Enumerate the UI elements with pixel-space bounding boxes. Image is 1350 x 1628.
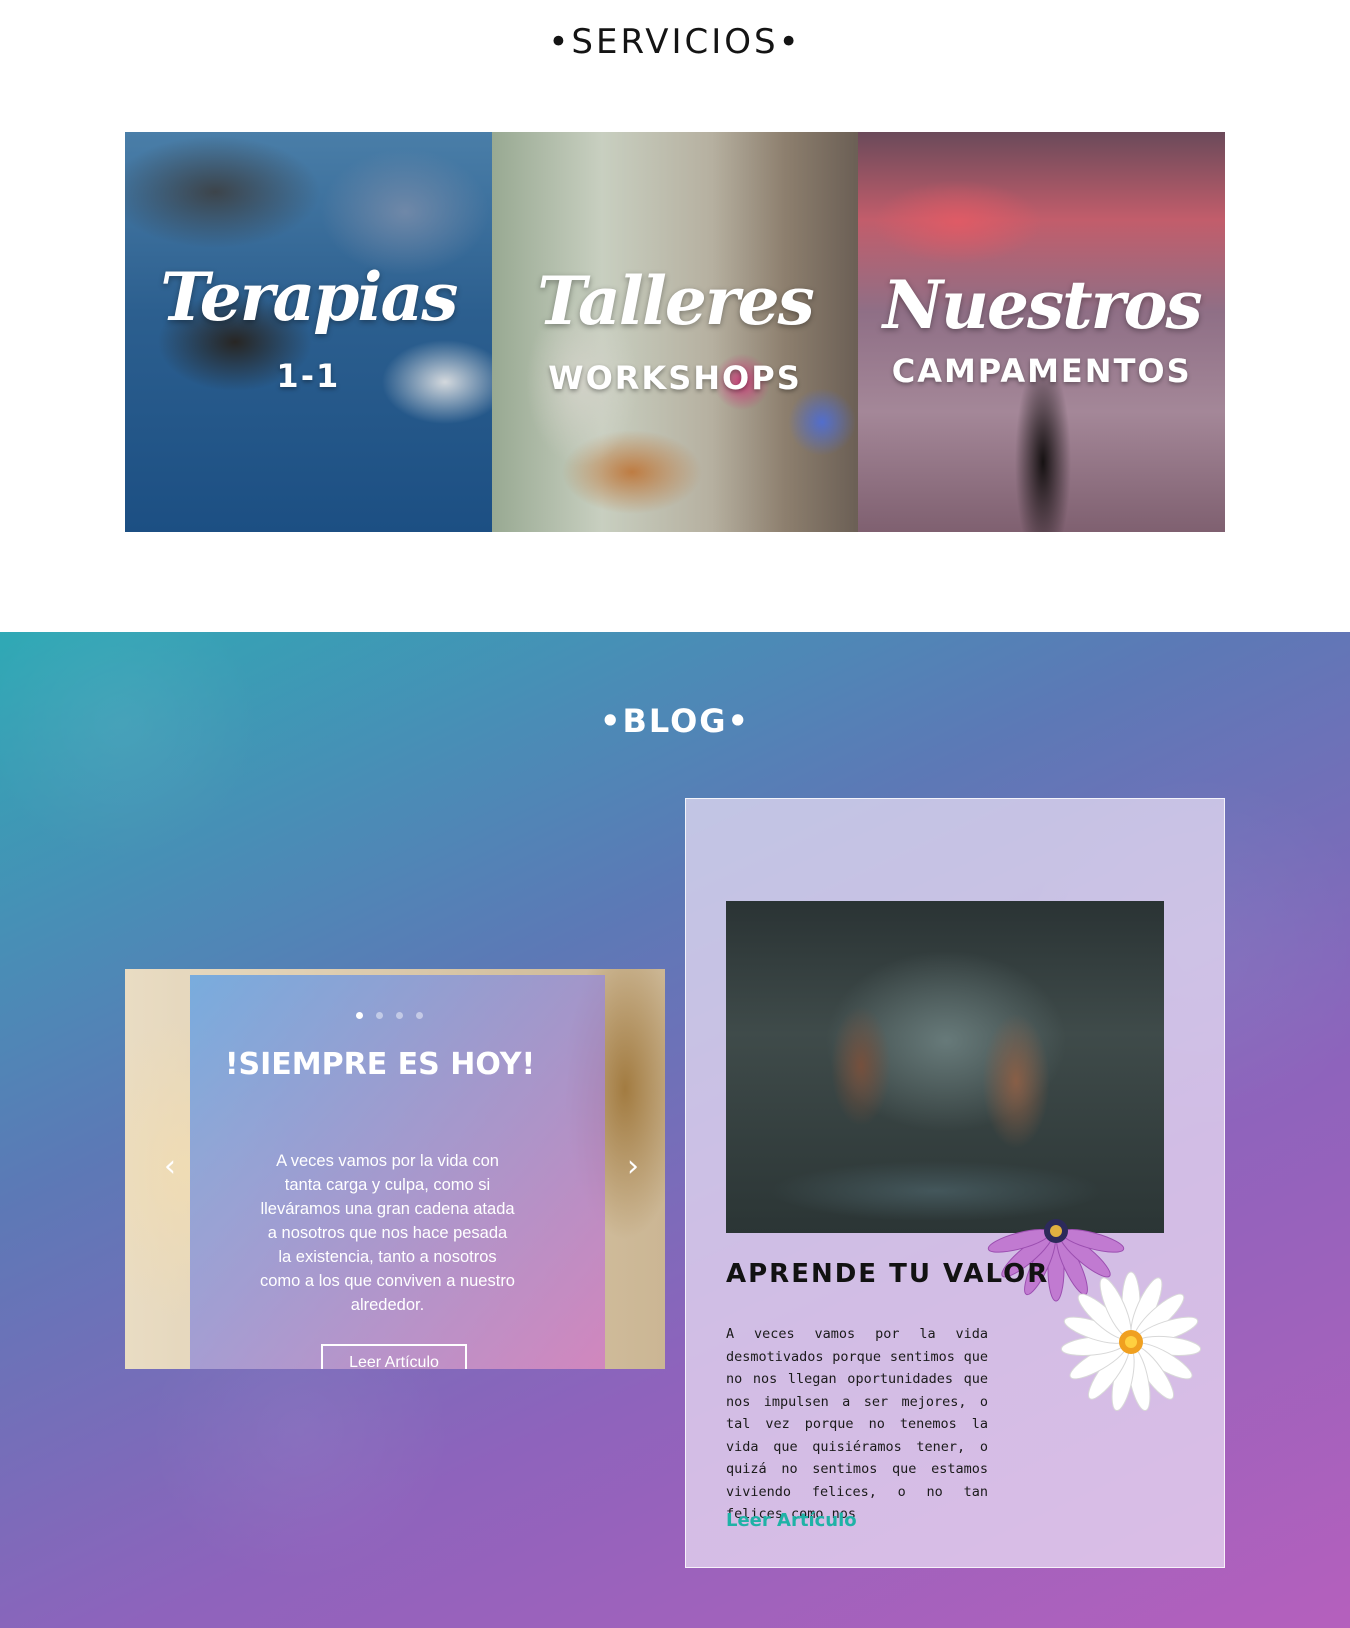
card-image	[726, 901, 1164, 1233]
servicios-tiles: Terapias 1-1 Talleres WORKSHOPS Nuestros…	[125, 132, 1226, 532]
slider-dot[interactable]	[356, 1012, 363, 1019]
slider-dot[interactable]	[376, 1012, 383, 1019]
blog-title: •BLOG•	[599, 702, 750, 740]
slider-next-arrow-icon[interactable]: ›	[618, 1149, 648, 1185]
white-daisy-icon	[1060, 1271, 1202, 1412]
slider-dots	[356, 1012, 423, 1022]
card-read-link[interactable]: Leer Artículo	[726, 1510, 857, 1531]
slide-read-button[interactable]: Leer Artículo	[321, 1344, 467, 1369]
blog-slider[interactable]: !SIEMPRE ES HOY! A veces vamos por la vi…	[125, 969, 665, 1369]
blog-card: APRENDE TU VALOR A veces vamos por la vi…	[685, 798, 1225, 1568]
tile-terapias-subtitle: 1-1	[276, 357, 341, 395]
slider-prev-arrow-icon[interactable]: ‹	[155, 1149, 185, 1185]
tile-talleres[interactable]: Talleres WORKSHOPS	[491, 132, 859, 532]
servicios-section: •SERVICIOS• Terapias 1-1 Talleres WORKSH…	[0, 0, 1350, 632]
tile-campamentos[interactable]: Nuestros CAMPAMENTOS	[858, 132, 1226, 532]
tile-terapias-title: Terapias	[160, 258, 458, 336]
card-title: APRENDE TU VALOR	[726, 1259, 1050, 1289]
tile-campamentos-title: Nuestros	[882, 266, 1203, 344]
tile-campamentos-subtitle: CAMPAMENTOS	[891, 352, 1192, 390]
card-excerpt: A veces vamos por la vida desmotivados p…	[726, 1326, 988, 1522]
tile-talleres-title: Talleres	[537, 262, 815, 340]
slide-text: A veces vamos por la vida con tanta carg…	[260, 1152, 515, 1314]
tile-talleres-subtitle: WORKSHOPS	[548, 359, 802, 397]
slide-title: !SIEMPRE ES HOY!	[224, 1047, 536, 1082]
slider-dot[interactable]	[416, 1012, 423, 1019]
tile-terapias[interactable]: Terapias 1-1	[125, 132, 492, 532]
servicios-title: •SERVICIOS•	[548, 22, 802, 62]
slider-dot[interactable]	[396, 1012, 403, 1019]
blog-section: •BLOG• !SIEMPRE ES HOY! A veces vamos po…	[0, 632, 1350, 1628]
